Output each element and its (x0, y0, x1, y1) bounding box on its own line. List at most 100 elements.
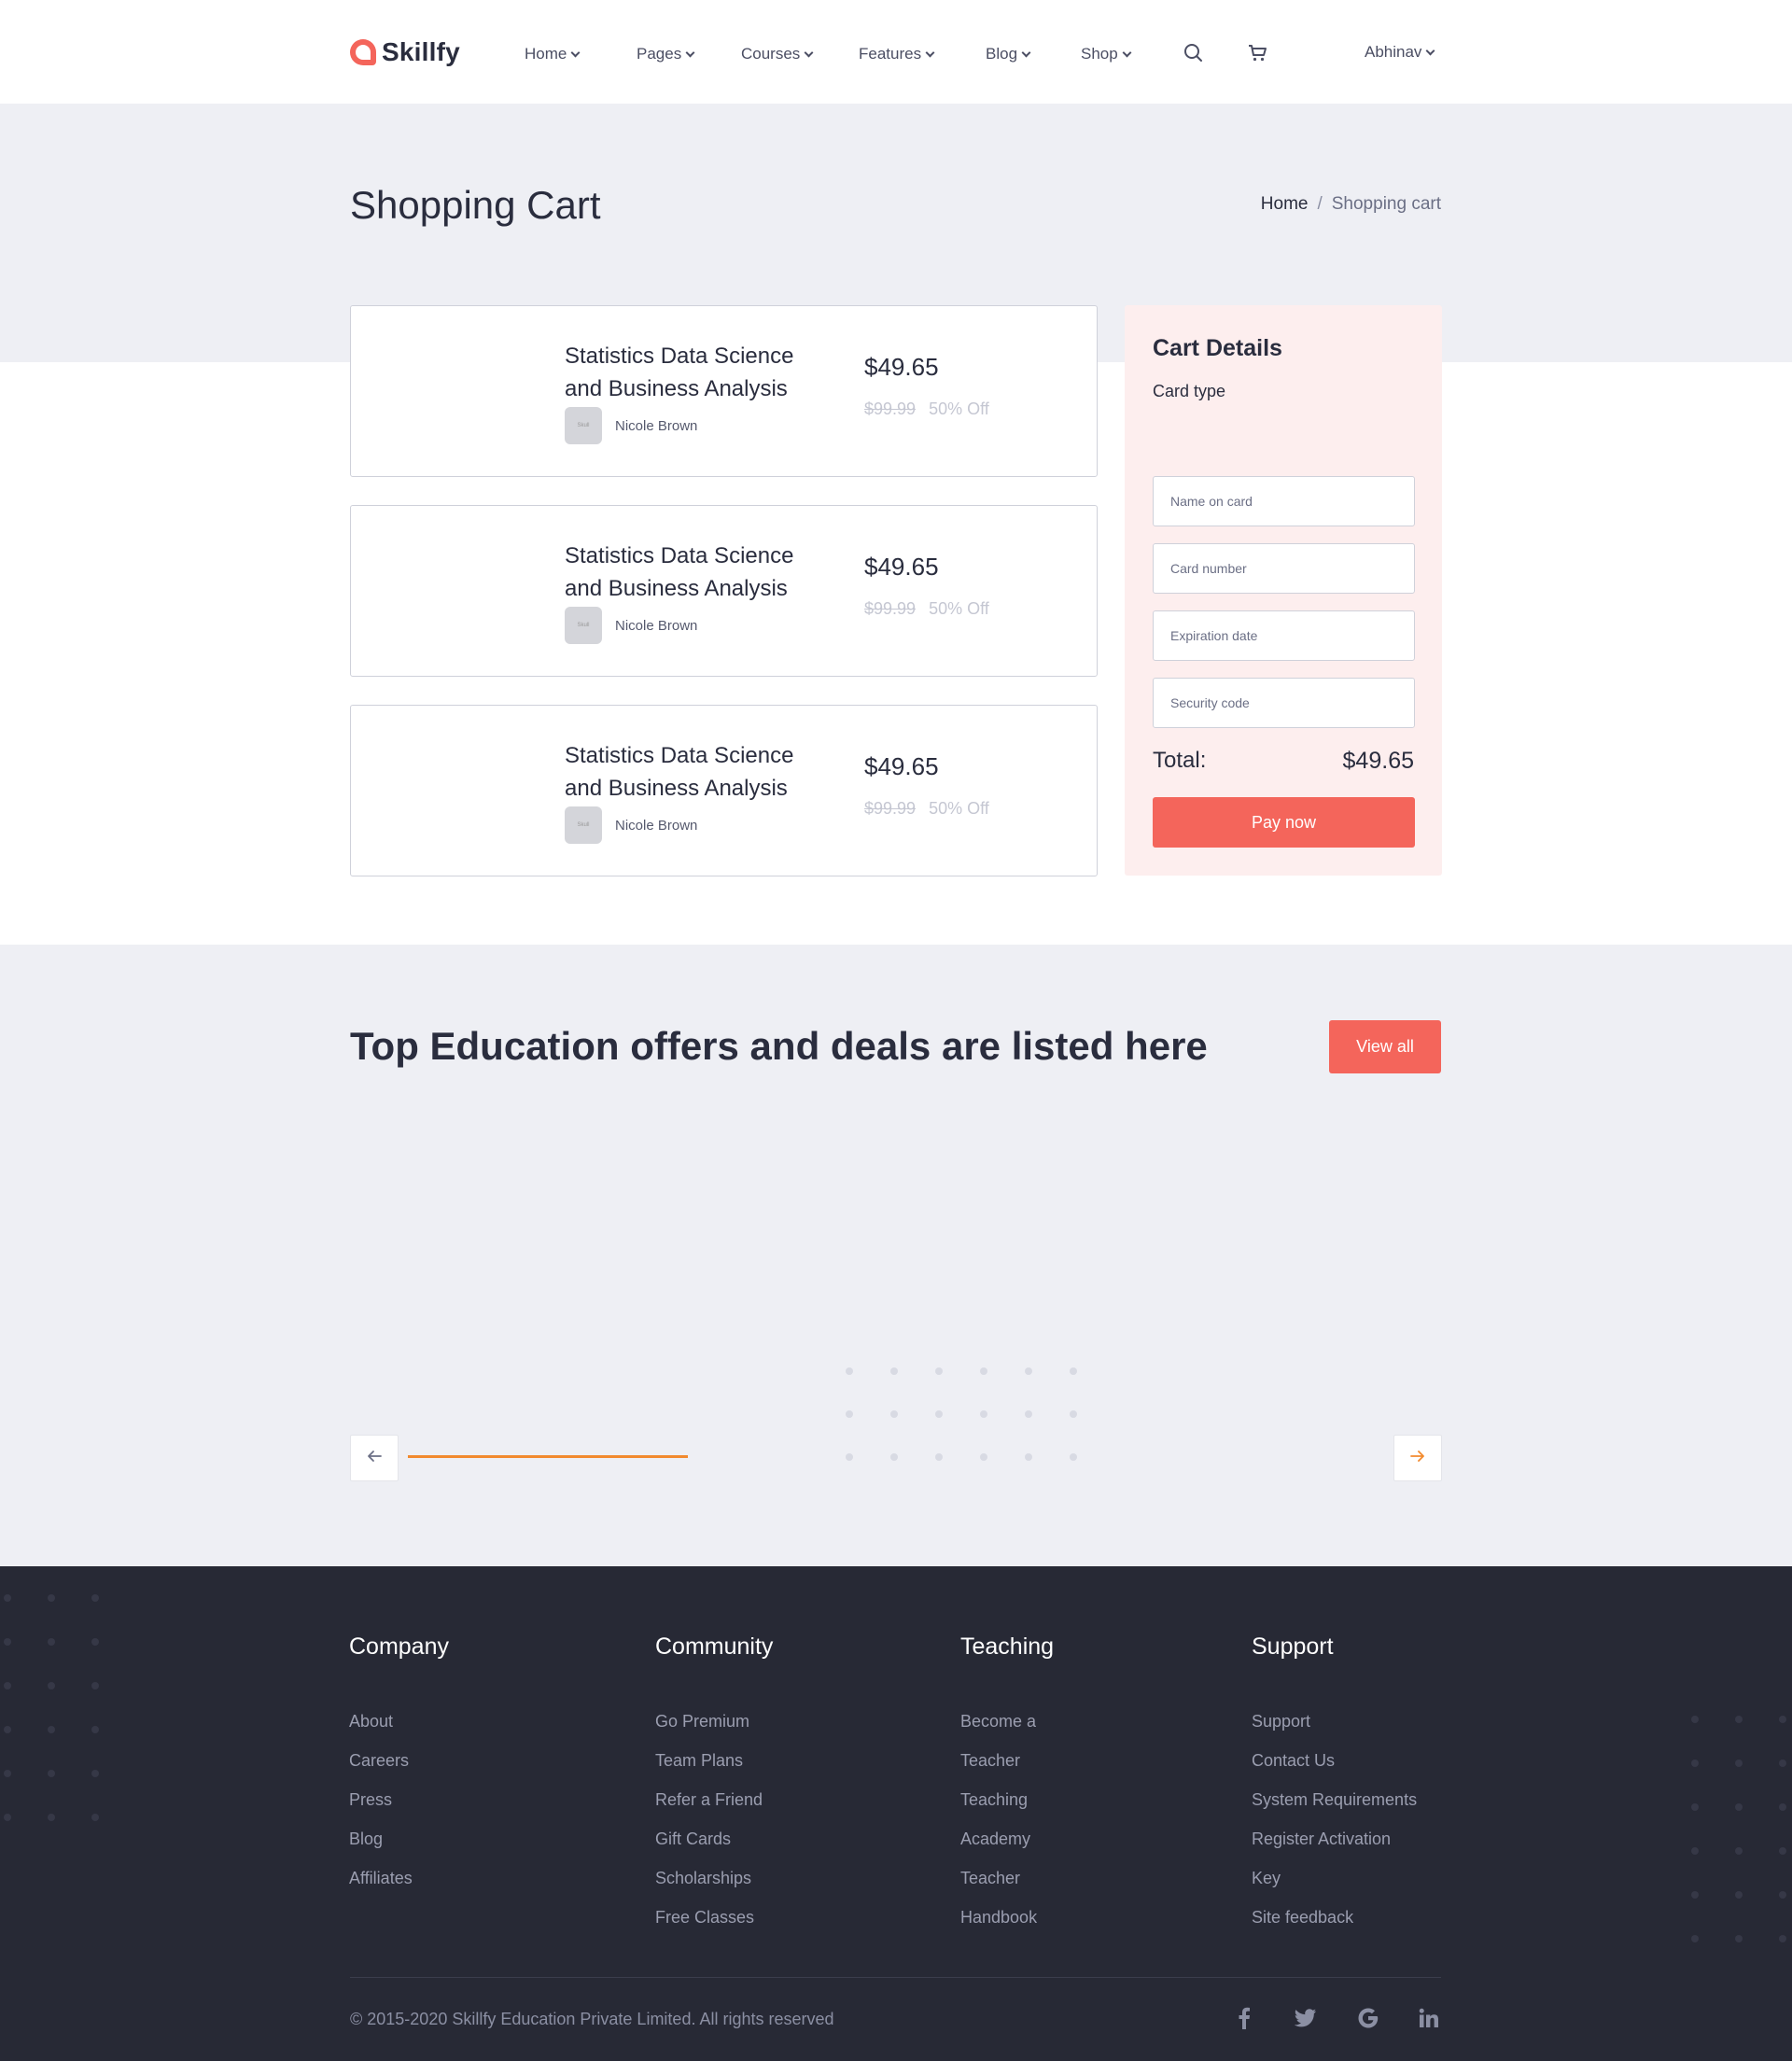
chevron-down-icon (1021, 48, 1031, 57)
breadcrumb: Home / Shopping cart (1261, 194, 1441, 215)
chevron-down-icon (1122, 48, 1132, 57)
footer-link[interactable]: Site feedback (1252, 1898, 1417, 1937)
item-price: $49.65 (864, 553, 939, 581)
item-title[interactable]: Statistics Data Science and Business Ana… (565, 340, 835, 405)
nav-blog-label: Blog (986, 45, 1018, 63)
nav-shop[interactable]: Shop (1081, 45, 1132, 63)
view-all-button[interactable]: View all (1329, 1020, 1441, 1073)
footer-link[interactable]: Teacher (960, 1741, 1054, 1780)
footer-column-community: Community Go Premium Team Plans Refer a … (655, 1633, 773, 1937)
linkedin-icon[interactable] (1416, 2005, 1442, 2031)
decorative-dot-grid (1687, 1716, 1792, 1949)
old-price: $99.99 (864, 400, 917, 418)
footer-link[interactable]: About (349, 1702, 449, 1741)
chevron-down-icon (804, 48, 814, 57)
user-menu[interactable]: Abhinav (1365, 43, 1435, 62)
card-type-label: Card type (1153, 382, 1226, 400)
logo[interactable]: Skillfy (350, 37, 460, 67)
nav-courses[interactable]: Courses (741, 45, 814, 63)
discount-label: 50% Off (929, 400, 989, 418)
footer-link[interactable]: Teaching (960, 1780, 1054, 1819)
breadcrumb-home[interactable]: Home (1261, 194, 1309, 215)
footer-column-company: Company About Careers Press Blog Affilia… (349, 1633, 449, 1898)
card-number-field[interactable] (1153, 543, 1415, 594)
footer-link[interactable]: Team Plans (655, 1741, 773, 1780)
nav-home[interactable]: Home (525, 45, 581, 63)
nav-blog[interactable]: Blog (986, 45, 1031, 63)
footer-link[interactable]: Scholarships (655, 1858, 773, 1898)
author-name: Nicole Brown (615, 817, 698, 834)
breadcrumb-current: Shopping cart (1331, 194, 1441, 214)
footer-link[interactable]: System Requirements (1252, 1780, 1417, 1819)
footer-link[interactable]: Go Premium (655, 1702, 773, 1741)
offers-title: Top Education offers and deals are liste… (350, 1024, 1208, 1068)
footer-link[interactable]: Academy (960, 1819, 1054, 1858)
decorative-dot-grid (846, 1367, 1088, 1470)
nav-home-label: Home (525, 45, 567, 63)
nav-pages[interactable]: Pages (637, 45, 695, 63)
cart-item[interactable]: Statistics Data Science and Business Ana… (350, 705, 1098, 876)
total-value: $49.65 (1342, 748, 1414, 774)
nav-features-label: Features (859, 45, 922, 63)
footer-link[interactable]: Key (1252, 1858, 1417, 1898)
discount-label: 50% Off (929, 799, 989, 818)
footer-divider (350, 1977, 1441, 1978)
footer-link[interactable]: Careers (349, 1741, 449, 1780)
cart-icon[interactable] (1246, 41, 1270, 65)
name-on-card-field[interactable] (1153, 476, 1415, 526)
footer: Company About Careers Press Blog Affilia… (0, 1566, 1792, 2061)
footer-link[interactable]: Affiliates (349, 1858, 449, 1898)
logo-mark-icon (350, 39, 376, 65)
footer-link[interactable]: Teacher (960, 1858, 1054, 1898)
footer-heading: Company (349, 1633, 449, 1660)
pay-now-button[interactable]: Pay now (1153, 797, 1415, 848)
cart-details-title: Cart Details (1153, 335, 1282, 361)
item-old-price: $99.99 50% Off (864, 599, 989, 619)
total-label: Total: (1153, 748, 1207, 773)
chevron-down-icon (925, 48, 935, 57)
item-title[interactable]: Statistics Data Science and Business Ana… (565, 739, 835, 805)
nav-features[interactable]: Features (859, 45, 935, 63)
carousel-progress-bar (408, 1455, 688, 1458)
footer-heading: Support (1252, 1633, 1334, 1660)
footer-link[interactable]: Free Classes (655, 1898, 773, 1937)
footer-link[interactable]: Support (1252, 1702, 1417, 1741)
offers-section: Top Education offers and deals are liste… (0, 945, 1792, 1566)
cart-details-panel: Cart Details Card type Total: $49.65 Pay… (1125, 305, 1442, 876)
footer-link[interactable]: Handbook (960, 1898, 1054, 1937)
search-icon[interactable] (1182, 41, 1206, 65)
footer-column-teaching: Teaching Become a Teacher Teaching Acade… (960, 1633, 1054, 1937)
twitter-icon[interactable] (1293, 2005, 1319, 2031)
facebook-icon[interactable] (1231, 2005, 1257, 2031)
footer-link[interactable]: Register Activation (1252, 1819, 1417, 1858)
carousel-prev-button[interactable] (350, 1435, 399, 1481)
footer-link[interactable]: Refer a Friend (655, 1780, 773, 1819)
expiration-date-field[interactable] (1153, 610, 1415, 661)
author-name: Nicole Brown (615, 417, 698, 434)
chevron-down-icon (1425, 46, 1435, 55)
carousel-next-button[interactable] (1393, 1435, 1442, 1481)
chevron-down-icon (570, 48, 581, 57)
arrow-right-icon (1409, 1450, 1426, 1467)
footer-link[interactable]: Become a (960, 1702, 1054, 1741)
footer-column-support: Support Support Contact Us System Requir… (1252, 1633, 1417, 1937)
item-old-price: $99.99 50% Off (864, 400, 989, 419)
breadcrumb-separator: / (1317, 194, 1323, 214)
footer-heading: Community (655, 1633, 774, 1660)
discount-label: 50% Off (929, 599, 989, 618)
footer-link[interactable]: Press (349, 1780, 449, 1819)
security-code-field[interactable] (1153, 678, 1415, 728)
cart-item[interactable]: Statistics Data Science and Business Ana… (350, 305, 1098, 477)
cart-item[interactable]: Statistics Data Science and Business Ana… (350, 505, 1098, 677)
google-icon[interactable] (1355, 2005, 1381, 2031)
item-title[interactable]: Statistics Data Science and Business Ana… (565, 540, 835, 605)
nav-courses-label: Courses (741, 45, 801, 63)
decorative-dot-grid (0, 1594, 103, 1828)
footer-link[interactable]: Contact Us (1252, 1741, 1417, 1780)
footer-link[interactable]: Gift Cards (655, 1819, 773, 1858)
top-navbar: Skillfy Home Pages Courses Features Blog… (0, 0, 1792, 104)
footer-heading: Teaching (960, 1633, 1055, 1660)
user-name: Abhinav (1365, 43, 1422, 61)
footer-link[interactable]: Blog (349, 1819, 449, 1858)
item-author: Skull Nicole Brown (565, 607, 697, 644)
